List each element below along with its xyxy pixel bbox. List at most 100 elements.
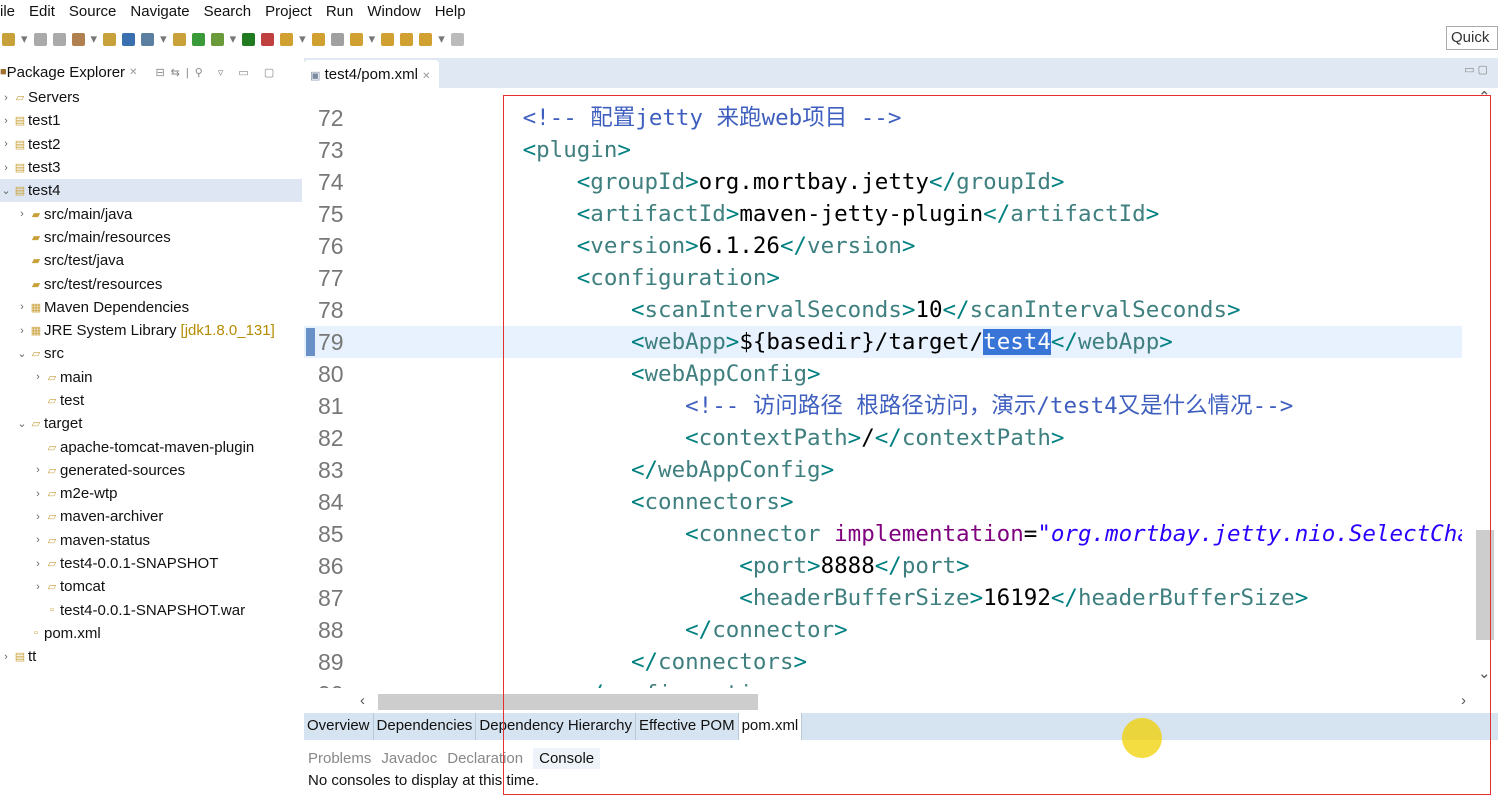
menu-navigate[interactable]: Navigate xyxy=(130,3,189,20)
expand-arrow-icon[interactable]: › xyxy=(0,92,12,104)
code-area[interactable]: 72 <!-- 配置jetty 来跑web项目 --> 73 <plugin> 74… xyxy=(304,88,1462,688)
page-tab-dependency-hierarchy[interactable]: Dependency Hierarchy xyxy=(476,713,636,740)
expand-arrow-icon[interactable]: › xyxy=(16,301,28,313)
toolbar-icon[interactable] xyxy=(280,32,294,46)
tree-item-servers[interactable]: › ▱ Servers xyxy=(0,86,302,109)
menu-window[interactable]: Window xyxy=(367,3,420,20)
expand-arrow-icon[interactable]: ⌄ xyxy=(0,184,12,197)
dropdown-arrow-icon[interactable]: ▾ xyxy=(160,31,167,47)
expand-arrow-icon[interactable]: › xyxy=(0,651,12,663)
scroll-left-icon[interactable]: ‹ xyxy=(360,692,365,709)
toolbar-icon[interactable] xyxy=(400,32,414,46)
editor-tab-pom[interactable]: ▣ test4/pom.xml ✕ xyxy=(304,60,439,88)
menu-project[interactable]: Project xyxy=(265,3,312,20)
tree-item-m2e-wtp[interactable]: › ▱ m2e-wtp xyxy=(0,482,302,505)
menu-run[interactable]: Run xyxy=(326,3,354,20)
tree-item-tomcat[interactable]: › ▱ tomcat xyxy=(0,575,302,598)
code-line[interactable]: 78 <scanIntervalSeconds>10</scanInterval… xyxy=(304,294,1462,326)
code-line[interactable]: 89 </connectors> xyxy=(304,646,1462,678)
menu-help[interactable]: Help xyxy=(435,3,466,20)
scroll-right-icon[interactable]: › xyxy=(1461,692,1466,709)
dropdown-arrow-icon[interactable]: ▾ xyxy=(369,31,376,47)
expand-arrow-icon[interactable]: › xyxy=(32,371,44,383)
page-tab-pom-xml[interactable]: pom.xml xyxy=(738,713,803,740)
toolbar-icon[interactable] xyxy=(191,32,205,46)
toolbar-icon[interactable] xyxy=(419,32,433,46)
minimize-maximize-icons[interactable]: ▭ ▢ xyxy=(1454,63,1498,88)
expand-arrow-icon[interactable]: › xyxy=(32,534,44,546)
code-line[interactable]: 90 </configuration> xyxy=(304,678,1462,688)
menu-search[interactable]: Search xyxy=(204,3,252,20)
code-line[interactable]: 73 <plugin> xyxy=(304,134,1462,166)
expand-arrow-icon[interactable]: ⌄ xyxy=(16,417,28,430)
toolbar-icon[interactable] xyxy=(242,32,256,46)
dropdown-arrow-icon[interactable]: ▾ xyxy=(21,31,28,47)
toolbar-icon[interactable] xyxy=(141,32,155,46)
expand-arrow-icon[interactable]: › xyxy=(32,558,44,570)
dropdown-arrow-icon[interactable]: ▾ xyxy=(438,31,445,47)
toolbar-icon[interactable] xyxy=(349,32,363,46)
tree-item-target[interactable]: ⌄ ▱ target xyxy=(0,412,302,435)
close-icon[interactable]: ✕ xyxy=(129,67,137,78)
toolbar-icon[interactable] xyxy=(381,32,395,46)
scroll-thumb[interactable] xyxy=(378,694,758,710)
toolbar-icon[interactable] xyxy=(52,32,66,46)
dropdown-arrow-icon[interactable]: ▾ xyxy=(299,31,306,47)
toolbar-icon[interactable] xyxy=(450,32,464,46)
code-line[interactable]: 88 </connector> xyxy=(304,614,1462,646)
code-line[interactable]: 74 <groupId>org.mortbay.jetty</groupId> xyxy=(304,166,1462,198)
expand-arrow-icon[interactable]: › xyxy=(32,581,44,593)
tree-item-src[interactable]: ⌄ ▱ src xyxy=(0,342,302,365)
code-line[interactable]: 81 <!-- 访问路径 根路径访问，演示/test4又是什么情况--> xyxy=(304,390,1462,422)
tree-item-test[interactable]: ▱ test xyxy=(0,389,302,412)
code-line[interactable]: 86 <port>8888</port> xyxy=(304,550,1462,582)
menu-edit[interactable]: Edit xyxy=(29,3,55,20)
scroll-down-icon[interactable]: ⌄ xyxy=(1478,664,1491,682)
tree-item-test1[interactable]: › ▤ test1 xyxy=(0,109,302,132)
tree-item-generated-sources[interactable]: › ▱ generated-sources xyxy=(0,459,302,482)
tree-item-test2[interactable]: › ▤ test2 xyxy=(0,133,302,156)
tree-item-pom-xml[interactable]: ▫ pom.xml xyxy=(0,622,302,645)
expand-arrow-icon[interactable]: › xyxy=(32,488,44,500)
tree-item-test4-0-0-1-snapshot-war[interactable]: ▫ test4-0.0.1-SNAPSHOT.war xyxy=(0,599,302,622)
dropdown-arrow-icon[interactable]: ▾ xyxy=(230,31,237,47)
vertical-scrollbar[interactable]: ⌃ ⌄ xyxy=(1462,88,1498,688)
code-line[interactable]: 80 <webAppConfig> xyxy=(304,358,1462,390)
code-line[interactable]: 85 <connector implementation="org.mortba… xyxy=(304,518,1462,550)
bottom-tab-declaration[interactable]: Declaration xyxy=(447,750,523,767)
toolbar-icon[interactable] xyxy=(2,32,15,46)
dropdown-arrow-icon[interactable]: ▾ xyxy=(91,31,98,47)
toolbar-icon[interactable] xyxy=(210,32,224,46)
tree-item-jre-system-library[interactable]: › ▦ JRE System Library [jdk1.8.0_131] xyxy=(0,319,302,342)
code-line[interactable]: 84 <connectors> xyxy=(304,486,1462,518)
bottom-tab-problems[interactable]: Problems xyxy=(308,750,371,767)
tree-item-src-main-java[interactable]: › ▰ src/main/java xyxy=(0,202,302,225)
page-tab-effective-pom[interactable]: Effective POM xyxy=(636,713,739,740)
tree-item-src-test-resources[interactable]: ▰ src/test/resources xyxy=(0,272,302,295)
expand-arrow-icon[interactable]: › xyxy=(32,511,44,523)
horizontal-scrollbar[interactable]: ‹ › xyxy=(354,692,1466,712)
menu-ile[interactable]: ile xyxy=(0,3,15,20)
tree-item-apache-tomcat-maven-plugin[interactable]: ▱ apache-tomcat-maven-plugin xyxy=(0,435,302,458)
toolbar-icon[interactable] xyxy=(33,32,47,46)
toolbar-icon[interactable] xyxy=(122,32,136,46)
code-line[interactable]: 75 <artifactId>maven-jetty-plugin</artif… xyxy=(304,198,1462,230)
quick-access-input[interactable]: Quick xyxy=(1446,26,1498,50)
expand-arrow-icon[interactable]: › xyxy=(0,162,12,174)
tree-item-test3[interactable]: › ▤ test3 xyxy=(0,156,302,179)
code-line[interactable]: 79 <webApp>${basedir}/target/test4</webA… xyxy=(304,326,1462,358)
toolbar-icon[interactable] xyxy=(71,32,85,46)
menu-source[interactable]: Source xyxy=(69,3,117,20)
tree-item-src-test-java[interactable]: ▰ src/test/java xyxy=(0,249,302,272)
expand-arrow-icon[interactable]: ⌄ xyxy=(16,347,28,360)
toolbar-icon[interactable] xyxy=(261,32,275,46)
bottom-tab-console[interactable]: Console xyxy=(533,747,601,769)
code-line[interactable]: 83 </webAppConfig> xyxy=(304,454,1462,486)
tree-item-test4-0-0-1-snapshot[interactable]: › ▱ test4-0.0.1-SNAPSHOT xyxy=(0,552,302,575)
tree-item-main[interactable]: › ▱ main xyxy=(0,366,302,389)
code-line[interactable]: 72 <!-- 配置jetty 来跑web项目 --> xyxy=(304,102,1462,134)
toolbar-icon[interactable] xyxy=(330,32,344,46)
tree-item-tt[interactable]: › ▤ tt xyxy=(0,645,302,668)
toolbar-icon[interactable] xyxy=(172,32,186,46)
bottom-tab-javadoc[interactable]: Javadoc xyxy=(381,750,437,767)
